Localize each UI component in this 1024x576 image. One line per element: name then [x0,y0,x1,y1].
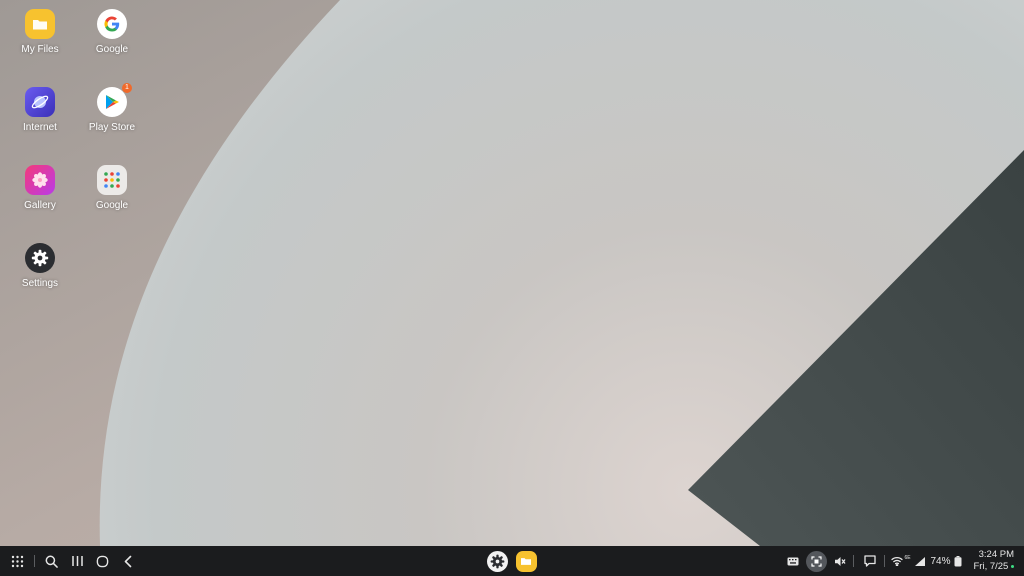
keyboard-button[interactable] [784,546,802,576]
signal-status [914,546,926,576]
desktop-icon-gallery[interactable]: Gallery [4,165,76,211]
status-dot [1011,564,1014,568]
desktop-icon-label: Google [95,200,129,211]
desktop-icon-my-files[interactable]: My Files [4,9,76,55]
pinned-my-files-app[interactable] [514,546,538,576]
google-apps-folder-icon [97,165,127,195]
gallery-flower-icon [25,165,55,195]
clock-date: Fri, 7/25 [974,561,1014,573]
keyboard-icon [787,557,799,565]
google-g-icon [97,9,127,39]
back-button[interactable] [117,546,139,576]
back-icon [124,555,132,567]
desktop-wallpaper [0,0,1024,546]
desktop-icon-label: Settings [21,278,59,289]
notification-badge: 1 [122,83,132,93]
recents-button[interactable] [66,546,88,576]
gear-icon [25,243,55,273]
notifications-button[interactable] [861,546,879,576]
search-icon [45,555,58,568]
mute-icon [835,556,846,566]
folder-icon [515,550,537,572]
folder-icon [25,9,55,39]
taskbar-divider [853,555,854,567]
home-icon [96,555,108,567]
taskbar-divider [34,555,35,567]
desktop-icon-settings[interactable]: Settings [4,243,76,289]
screen-capture-button[interactable] [805,546,827,576]
battery-icon [954,555,961,566]
sound-button[interactable] [831,546,849,576]
wifi-status[interactable]: 6E [890,546,912,576]
desktop-icon-label: Play Store [88,122,136,133]
taskbar: 6E 74% 3:24 PM Fri, 7/25 [0,546,1024,576]
desktop-icon-label: My Files [21,44,59,55]
play-store-icon: 1 [97,83,132,117]
wifi-icon [891,557,904,566]
chat-icon [864,555,876,567]
taskbar-divider [884,555,885,567]
desktop-icon-play-store[interactable]: 1 Play Store [76,83,148,133]
recents-icon [71,556,83,566]
desktop-icon-google-folder[interactable]: Google [76,165,148,211]
search-button[interactable] [40,546,62,576]
desktop-icon-label: Google [95,44,129,55]
clock[interactable]: 3:24 PM Fri, 7/25 [974,549,1014,573]
screen-capture-icon [805,550,827,572]
desktop-icon-internet[interactable]: Internet [4,87,76,133]
apps-grid-button[interactable] [6,546,28,576]
battery-percent: 74% [930,555,951,567]
apps-grid-icon [11,555,23,567]
desktop-icon-label: Gallery [24,200,56,211]
home-button[interactable] [91,546,113,576]
internet-browser-icon [25,87,55,117]
settings-gear-icon [486,550,508,572]
desktop-icon-google[interactable]: Google [76,9,148,55]
signal-icon [915,556,925,566]
wifi-band-label: 6E [904,555,911,561]
battery-status: 74% [928,546,964,576]
desktop-icon-label: Internet [23,122,57,133]
clock-time: 3:24 PM [978,549,1014,560]
pinned-settings-app[interactable] [485,546,509,576]
